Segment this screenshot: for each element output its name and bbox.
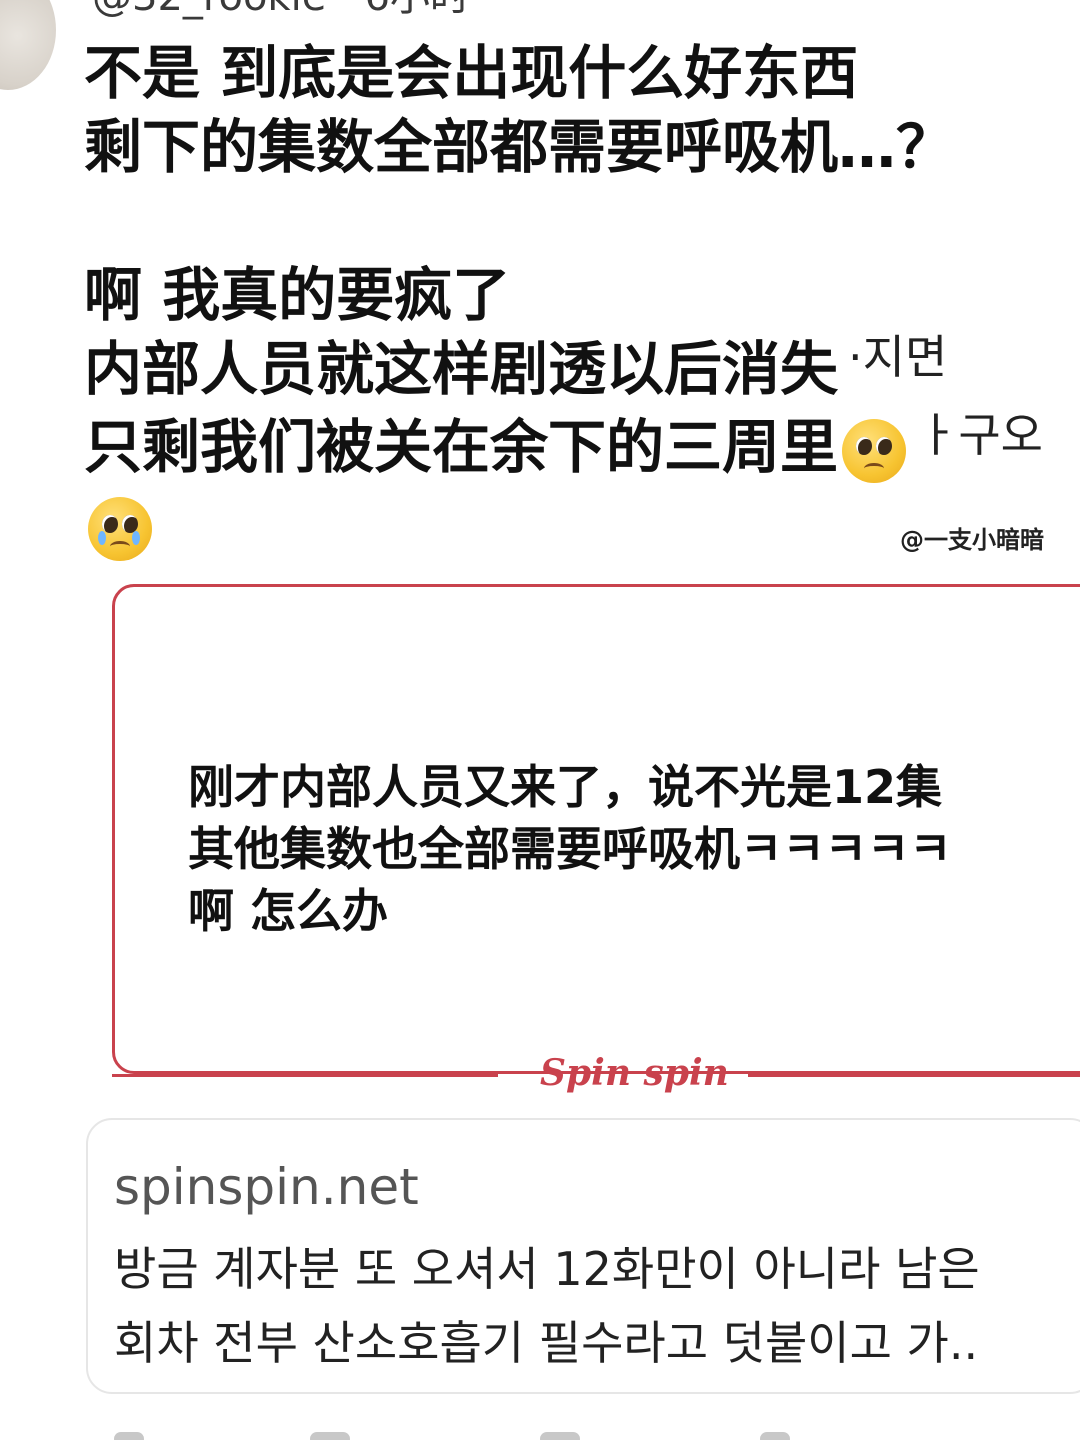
views-icon[interactable] [760,1432,790,1440]
action-bar [100,1428,1080,1440]
link-description-line: 회차 전부 산소호흡기 필수라고 덧붙이고 가.. [114,1316,979,1370]
post-line-text: 只剩我们被关在余下的三周里 [84,413,839,481]
caption-line: 其他集数也全部需要呼吸机ㅋㅋㅋㅋㅋ [188,822,952,876]
watermark: @一支小暗暗 [900,526,1044,554]
screenshot-root: @32_rookie · 6小时 不是 到底是会出现什么好东西 剩下的集数全部都… [0,0,1080,1440]
user-handle[interactable]: @32_rookie · 6小时 [92,0,470,20]
divider [112,1074,498,1077]
brand-row: Spin spin [112,1052,1080,1096]
divider [748,1074,1080,1077]
link-description-line: 방금 계자분 또 오셔서 12화만이 아니라 남은 [114,1242,980,1296]
like-icon[interactable] [540,1432,580,1440]
post-line: 剩下的集数全部都需要呼吸机…？ [84,113,955,181]
post-line-text: 内部人员就这样剧透以后消失 [84,335,839,403]
pleading-face-icon [842,418,907,483]
repost-icon[interactable] [310,1432,350,1440]
caption-line: 啊 怎么办 [188,884,389,938]
link-domain: spinspin.net [114,1158,419,1216]
korean-overlay-text: ·지면 [848,330,948,384]
post-line: 不是 到底是会出现什么好东西 [84,39,859,107]
post-line-with-overlay: 内部人员就这样剧透以后消失 ·지면 [84,330,1080,410]
teary-smile-icon [88,496,152,561]
post-line: 啊 我真的要疯了 [84,261,511,329]
link-preview-card[interactable]: spinspin.net 방금 계자분 또 오셔서 12화만이 아니라 남은 회… [86,1118,1080,1394]
caption-line: 刚才内部人员又来了，说不光是12集 [188,760,943,814]
brand-logo: Spin spin [540,1052,729,1094]
korean-overlay-text: ㅏ구오 [916,408,1043,462]
post-line-with-emoji: 只剩我们被关在余下的三周里 ㅏ구오 [84,408,1080,488]
post-body: 不是 到底是会出现什么好东西 剩下的集数全部都需要呼吸机…？ 啊 我真的要疯了 … [84,36,1080,562]
embedded-caption: 刚才内部人员又来了，说不光是12集 其他集数也全部需要呼吸机ㅋㅋㅋㅋㅋ 啊 怎么… [188,756,952,942]
avatar[interactable] [0,0,56,90]
reply-icon[interactable] [114,1432,144,1440]
post-header: @32_rookie · 6小时 [92,0,470,20]
link-description: 방금 계자분 또 오셔서 12화만이 아니라 남은 회차 전부 산소호흡기 필수… [114,1232,1080,1380]
